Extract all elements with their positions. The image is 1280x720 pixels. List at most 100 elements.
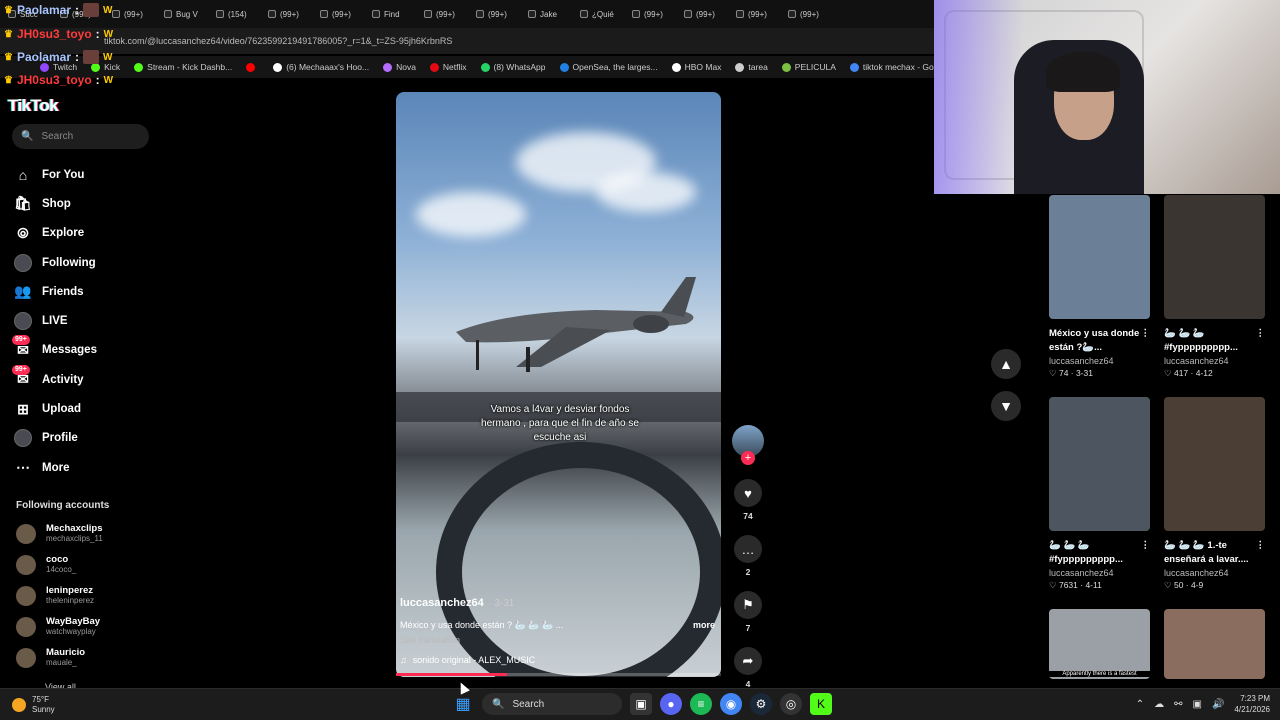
following-account-item[interactable]: leninperez theleninperez xyxy=(16,580,156,611)
steam-icon[interactable]: ⚙ xyxy=(750,693,772,715)
sidebar-item-messages[interactable]: ✉ 99+ Messages xyxy=(12,335,154,365)
browser-tab[interactable]: (99+) xyxy=(680,3,732,25)
clock[interactable]: 7:23 PM 4/21/2026 xyxy=(1234,693,1270,715)
see-translation-link[interactable]: See translation xyxy=(400,635,715,645)
bookmark-item[interactable]: (6) Mechaaax's Hoo... xyxy=(273,62,369,72)
bookmark-item[interactable]: HBO Max xyxy=(671,62,721,72)
cloud-icon[interactable]: ☁ xyxy=(1154,699,1164,710)
video-thumbnail[interactable]: Apparently there is a fastest xyxy=(1049,609,1150,679)
chevron-up-icon[interactable]: ⌃ xyxy=(1136,699,1144,710)
related-video-author[interactable]: luccasanchez64 xyxy=(1049,568,1150,578)
browser-tab[interactable]: Jake xyxy=(524,3,576,25)
task-view-icon[interactable]: ▣ xyxy=(630,693,652,715)
following-account-item[interactable]: Mauricio mauale_ xyxy=(16,642,156,673)
browser-tab[interactable]: (154) xyxy=(212,3,264,25)
browser-tab[interactable]: ¿Quié xyxy=(576,3,628,25)
author-avatar[interactable]: + xyxy=(732,425,764,465)
chrome-icon[interactable]: ◉ xyxy=(720,693,742,715)
video-progress-bar[interactable] xyxy=(396,673,721,676)
sidebar-item-live[interactable]: LIVE xyxy=(14,306,154,335)
browser-tab[interactable]: Find xyxy=(368,3,420,25)
tiktok-logo[interactable]: TikTok xyxy=(8,96,59,116)
comment-button[interactable]: … xyxy=(734,535,762,563)
bookmark-item[interactable]: OpenSea, the larges... xyxy=(559,62,658,72)
sidebar-item-shop[interactable]: 🛍 Shop xyxy=(14,189,154,218)
browser-tab[interactable]: (99+) xyxy=(628,3,680,25)
video-author[interactable]: luccasanchez64 xyxy=(400,597,484,609)
related-video-card[interactable]: México y usa donde están ?🦢... ⋮ luccasanc… xyxy=(1049,195,1150,379)
url-text[interactable]: tiktok.com/@luccasanchez64/video/7623599… xyxy=(104,36,452,46)
following-account-item[interactable]: Mechaxclips mechaxclips_11 xyxy=(16,518,156,549)
windows-start-icon[interactable]: ▦ xyxy=(452,693,474,715)
taskbar-search[interactable]: 🔍 Search xyxy=(482,693,622,715)
sound-link[interactable]: ♫ sonido original - ALEX_MUSIC xyxy=(400,655,715,665)
sidebar-item-explore[interactable]: ⦾ Explore xyxy=(14,219,154,248)
more-options-icon[interactable]: ⋮ xyxy=(1256,539,1266,567)
bookmark-item[interactable]: PELICULA xyxy=(781,62,836,72)
discord-icon[interactable]: ● xyxy=(660,693,682,715)
like-button[interactable]: ♥ xyxy=(734,479,762,507)
sidebar-item-for-you[interactable]: ⌂ For You xyxy=(14,160,154,189)
browser-tab[interactable]: (99+) xyxy=(472,3,524,25)
browser-tab[interactable]: (99+) xyxy=(784,3,836,25)
video-thumbnail[interactable] xyxy=(1164,195,1265,319)
microphone-icon[interactable]: ⚯ xyxy=(1174,699,1182,710)
save-button[interactable]: ⚑ xyxy=(734,591,762,619)
related-video-card[interactable]: Apparently there is a fastest xyxy=(1049,609,1150,679)
tab-label: (99+) xyxy=(748,9,767,19)
speaker-icon[interactable]: 🔊 xyxy=(1212,699,1224,710)
kick-icon[interactable]: K xyxy=(810,693,832,715)
sidebar-item-profile[interactable]: Profile xyxy=(14,424,154,453)
browser-tab[interactable]: (99+) xyxy=(108,3,160,25)
related-video-card[interactable]: 🦢 🦢 🦢 1.-te enseñará a lavar.... ⋮ luccasa… xyxy=(1164,397,1265,591)
sidebar-item-label: More xyxy=(42,461,70,474)
spotify-icon[interactable]: ≡ xyxy=(690,693,712,715)
sidebar-item-activity[interactable]: ✉ 99+ Activity xyxy=(12,364,154,394)
related-video-card[interactable]: 🦢 🦢 🦢 #fyppppppppp... ⋮ luccasanchez64 ♡ 41… xyxy=(1164,195,1265,379)
sidebar-item-upload[interactable]: ⊞ Upload xyxy=(14,394,154,423)
obs-icon[interactable]: ◎ xyxy=(780,693,802,715)
bookmark-item[interactable]: tiktok mechax - Go... xyxy=(849,62,941,72)
related-video-author[interactable]: luccasanchez64 xyxy=(1164,356,1265,366)
related-video-author[interactable]: luccasanchez64 xyxy=(1164,568,1265,578)
related-video-author[interactable]: luccasanchez64 xyxy=(1049,356,1150,366)
browser-tab[interactable]: Bug V xyxy=(160,3,212,25)
sidebar-item-following[interactable]: Following xyxy=(14,248,154,277)
following-account-item[interactable]: coco 14coco_ xyxy=(16,549,156,580)
video-thumbnail[interactable] xyxy=(1164,609,1265,679)
browser-tab[interactable]: (99+) xyxy=(420,3,472,25)
more-options-icon[interactable]: ⋮ xyxy=(1141,539,1151,567)
more-options-icon[interactable]: ⋮ xyxy=(1256,327,1266,355)
video-player[interactable] xyxy=(396,92,721,677)
bookmark-item[interactable]: (8) WhatsApp xyxy=(480,62,546,72)
weather-widget[interactable]: 75°F Sunny xyxy=(12,695,55,715)
monitor-icon[interactable]: ▣ xyxy=(1193,699,1202,710)
sidebar-item-more[interactable]: ⋯ More xyxy=(14,453,154,482)
bookmark-item[interactable]: Stream - Kick Dashb... xyxy=(134,62,232,72)
emote-w-icon: W xyxy=(103,28,114,40)
related-video-card[interactable] xyxy=(1164,609,1265,679)
browser-tab[interactable]: (99+) xyxy=(732,3,784,25)
bookmark-item[interactable]: Nova xyxy=(383,62,416,72)
bookmark-item[interactable]: Netflix xyxy=(429,62,467,72)
bookmark-item[interactable] xyxy=(246,62,259,72)
follow-plus-icon[interactable]: + xyxy=(741,451,755,465)
browser-tab[interactable]: (99+) xyxy=(316,3,368,25)
more-button[interactable]: more xyxy=(693,620,715,631)
chat-separator: : xyxy=(95,73,100,87)
video-thumbnail[interactable] xyxy=(1049,195,1150,319)
more-options-icon[interactable]: ⋮ xyxy=(1141,327,1151,355)
address-bar[interactable]: tiktok.com/@luccasanchez64/video/7623599… xyxy=(0,28,934,54)
search-input[interactable]: 🔍 Search xyxy=(12,124,149,149)
next-video-button[interactable]: ▼ xyxy=(991,391,1021,421)
related-video-card[interactable]: 🦢 🦢 🦢 #fyppppppppp... ⋮ luccasanchez64 ♡ 76… xyxy=(1049,397,1150,591)
previous-video-button[interactable]: ▲ xyxy=(991,349,1021,379)
bookmark-item[interactable]: tarea xyxy=(735,62,768,72)
video-thumbnail[interactable] xyxy=(1164,397,1265,531)
following-account-item[interactable]: WayBayBay watchwayplay xyxy=(16,611,156,642)
sidebar-item-friends[interactable]: 👥 Friends xyxy=(14,277,154,306)
share-button[interactable]: ➦ xyxy=(734,647,762,675)
sound-name: sonido original - ALEX_MUSIC xyxy=(412,655,536,665)
video-thumbnail[interactable] xyxy=(1049,397,1150,531)
browser-tab[interactable]: (99+) xyxy=(264,3,316,25)
